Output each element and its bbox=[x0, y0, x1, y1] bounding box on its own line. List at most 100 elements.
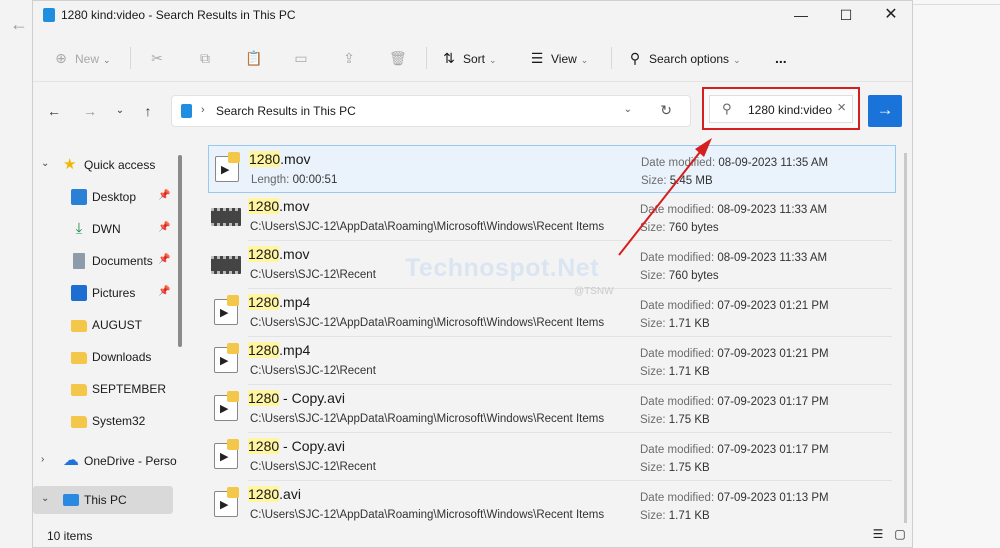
sidebar-scrollbar[interactable] bbox=[178, 155, 182, 347]
file-name-rest: .mov bbox=[280, 151, 311, 167]
video-icon bbox=[214, 439, 239, 469]
size-value: 5.45 MB bbox=[669, 175, 713, 187]
search-go-button[interactable]: → bbox=[868, 95, 902, 127]
sort-button[interactable]: ⇅ Sort ⌄ bbox=[441, 47, 496, 69]
date-modified: Date modified: 07-09-2023 01:13 PM bbox=[640, 492, 829, 504]
length-key: Length: bbox=[251, 174, 290, 186]
search-options-button[interactable]: ⚲ Search options ⌄ bbox=[627, 47, 741, 69]
file-location: C:\Users\SJC-12\AppData\Roaming\Microsof… bbox=[250, 413, 604, 425]
refresh-button[interactable]: ↻ bbox=[660, 102, 672, 119]
recent-locations-button[interactable]: ⌄ bbox=[109, 101, 131, 121]
copy-icon: ⧉ bbox=[200, 50, 210, 66]
file-location: C:\Users\SJC-12\AppData\Roaming\Microsof… bbox=[250, 509, 604, 521]
file-location-value: C:\Users\SJC-12\Recent bbox=[250, 365, 376, 377]
details-view-icon[interactable]: ☰ bbox=[871, 528, 885, 541]
sidebar-item-this-pc[interactable]: ⌄ This PC bbox=[33, 486, 173, 514]
more-options-button[interactable]: ... bbox=[775, 47, 787, 69]
chevron-right-icon: › bbox=[41, 454, 45, 465]
result-row[interactable]: 1280.mov C:\Users\SJC-12\AppData\Roaming\… bbox=[208, 193, 896, 241]
new-button[interactable]: ⊕ New ⌄ bbox=[53, 47, 110, 69]
cut-button[interactable]: ✂ bbox=[149, 47, 171, 69]
delete-button[interactable]: 🗑 bbox=[389, 47, 411, 69]
file-location-value: C:\Users\SJC-12\AppData\Roaming\Microsof… bbox=[250, 413, 605, 425]
search-results-list: 1280.movLength: 00:00:51Date modified: 0… bbox=[208, 145, 897, 525]
match-highlight: 1280 bbox=[248, 198, 280, 214]
size-value: 760 bytes bbox=[668, 270, 719, 282]
result-row[interactable]: 1280.mov Length: 00:00:51 Date modified: 0… bbox=[208, 145, 896, 193]
view-button[interactable]: ☰ View ⌄ bbox=[529, 47, 589, 69]
toolbar-separator bbox=[426, 47, 427, 69]
video-icon bbox=[214, 343, 239, 373]
file-size: Size: 1.71 KB bbox=[640, 318, 710, 330]
results-scrollbar[interactable] bbox=[904, 153, 907, 523]
folder-icon bbox=[71, 352, 87, 364]
file-size: Size: 760 bytes bbox=[640, 270, 719, 282]
file-name-rest: .mov bbox=[279, 198, 310, 214]
paste-button[interactable]: 📋 bbox=[245, 47, 267, 69]
sidebar-item-pictures[interactable]: Pictures 📌 bbox=[33, 279, 173, 307]
sidebar-item-onedrive[interactable]: › ☁ OneDrive - Perso bbox=[33, 447, 177, 475]
up-button[interactable]: ↑ bbox=[137, 101, 159, 121]
result-row[interactable]: 1280 - Copy.avi C:\Users\SJC-12\Recent Dat… bbox=[208, 433, 896, 481]
pin-icon: 📌 bbox=[158, 254, 171, 265]
file-name: 1280.mp4 bbox=[248, 342, 310, 358]
sidebar-item-system32[interactable]: System32 bbox=[33, 407, 173, 435]
view-label: View bbox=[551, 52, 577, 66]
breadcrumb-chevron-icon: › bbox=[201, 104, 205, 116]
date-modified-key: Date modified: bbox=[640, 300, 715, 312]
rename-button[interactable]: ▭ bbox=[293, 47, 315, 69]
size-value: 1.75 KB bbox=[668, 462, 710, 474]
search-options-label: Search options bbox=[649, 52, 730, 66]
trash-icon: 🗑 bbox=[389, 50, 407, 66]
result-row[interactable]: 1280.mp4 C:\Users\SJC-12\Recent Date modif… bbox=[208, 337, 896, 385]
file-size: Size: 1.71 KB bbox=[640, 366, 710, 378]
film-icon bbox=[211, 256, 241, 274]
pin-icon: 📌 bbox=[158, 190, 171, 201]
file-location: C:\Users\SJC-12\AppData\Roaming\Microsof… bbox=[250, 221, 604, 233]
sidebar-item-downloads[interactable]: Downloads bbox=[33, 343, 173, 371]
size-key: Size: bbox=[640, 318, 666, 330]
minimize-button[interactable]: — bbox=[778, 4, 824, 28]
download-arrow-icon: ⤓ bbox=[75, 220, 83, 237]
forward-button[interactable]: → bbox=[79, 101, 101, 121]
sidebar-item-september[interactable]: SEPTEMBER bbox=[33, 375, 173, 403]
date-modified: Date modified: 08-09-2023 11:33 AM bbox=[640, 252, 827, 264]
result-row[interactable]: 1280.avi C:\Users\SJC-12\AppData\Roaming\… bbox=[208, 481, 896, 525]
maximize-button[interactable]: ☐ bbox=[823, 4, 869, 28]
date-modified: Date modified: 07-09-2023 01:21 PM bbox=[640, 348, 829, 360]
close-button[interactable]: ✕ bbox=[868, 4, 914, 28]
file-name-rest: .mp4 bbox=[279, 294, 311, 310]
sidebar-item-documents[interactable]: Documents 📌 bbox=[33, 247, 173, 275]
date-modified-value: 08-09-2023 11:35 AM bbox=[718, 157, 829, 169]
pin-icon: 📌 bbox=[158, 222, 171, 233]
sidebar-item-label: Documents bbox=[92, 254, 153, 268]
back-button[interactable]: ← bbox=[43, 101, 65, 121]
result-row[interactable]: 1280 - Copy.avi C:\Users\SJC-12\AppData\R… bbox=[208, 385, 896, 433]
address-bar[interactable]: › Search Results in This PC ⌄ ↻ bbox=[171, 95, 691, 127]
sidebar-item-desktop[interactable]: Desktop 📌 bbox=[33, 183, 173, 211]
video-icon bbox=[214, 487, 239, 517]
copy-button[interactable]: ⧉ bbox=[197, 47, 219, 69]
address-dropdown-button[interactable]: ⌄ bbox=[624, 104, 632, 115]
computer-icon bbox=[63, 494, 79, 506]
sidebar-item-august[interactable]: AUGUST bbox=[33, 311, 173, 339]
large-icons-view-icon[interactable]: ▢ bbox=[893, 528, 907, 541]
share-button[interactable]: ⇪ bbox=[341, 47, 363, 69]
file-name-rest: .avi bbox=[279, 486, 301, 502]
match-highlight: 1280 bbox=[248, 486, 280, 502]
search-folder-icon bbox=[181, 104, 192, 118]
clear-search-button[interactable]: × bbox=[837, 99, 846, 116]
date-modified-key: Date modified: bbox=[640, 396, 715, 408]
result-row[interactable]: 1280.mp4 C:\Users\SJC-12\AppData\Roaming\… bbox=[208, 289, 896, 337]
file-location-value: C:\Users\SJC-12\AppData\Roaming\Microsof… bbox=[250, 509, 605, 521]
file-location-value: C:\Users\SJC-12\Recent bbox=[250, 461, 376, 473]
star-icon: ★ bbox=[63, 156, 77, 173]
chevron-down-icon: ⌄ bbox=[580, 55, 589, 65]
file-name: 1280.mov bbox=[249, 151, 311, 167]
file-size: Size: 5.45 MB bbox=[641, 175, 713, 187]
sidebar-item-quick-access[interactable]: ⌄ ★ Quick access bbox=[33, 151, 173, 179]
date-modified-value: 07-09-2023 01:17 PM bbox=[717, 396, 829, 408]
search-input[interactable]: ⚲ 1280 kind:video × bbox=[709, 95, 853, 123]
file-explorer-icon bbox=[43, 8, 55, 22]
sidebar-item-dwn[interactable]: ⤓ DWN 📌 bbox=[33, 215, 173, 243]
